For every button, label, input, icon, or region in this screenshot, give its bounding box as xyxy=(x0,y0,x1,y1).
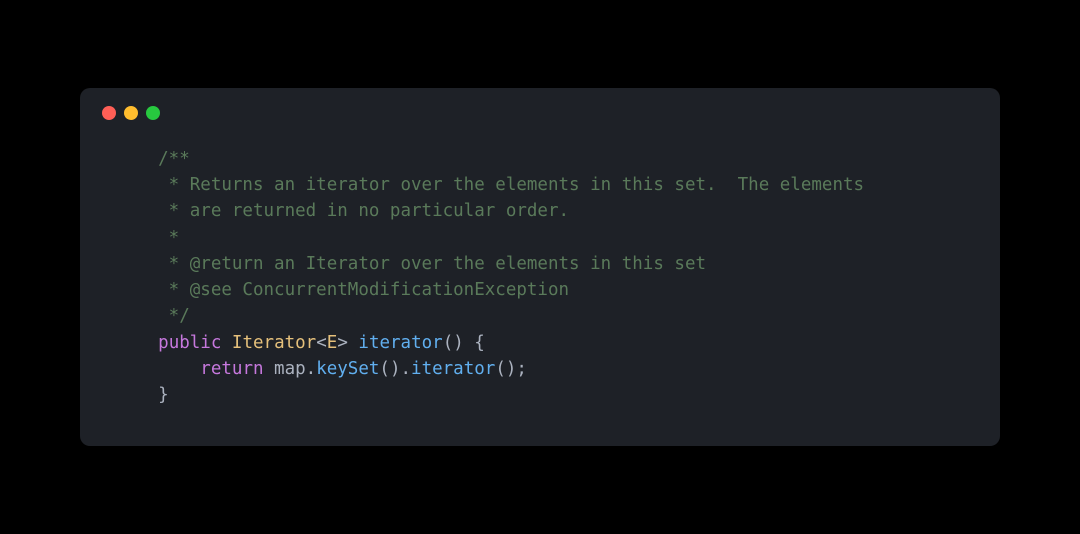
method-iterator-call: iterator xyxy=(411,359,495,379)
comment-line: /** xyxy=(116,149,190,169)
comment-line: */ xyxy=(116,306,190,326)
brace-open: () { xyxy=(443,333,485,353)
space xyxy=(221,333,232,353)
type-iterator: Iterator xyxy=(232,333,316,353)
keyword-return: return xyxy=(200,359,263,379)
code-window: /** * Returns an iterator over the eleme… xyxy=(80,88,1000,447)
call-chain: (). xyxy=(379,359,411,379)
method-keyset: keySet xyxy=(316,359,379,379)
comment-line: * are returned in no particular order. xyxy=(116,201,569,221)
close-icon[interactable] xyxy=(102,106,116,120)
angle-open: < xyxy=(316,333,327,353)
space xyxy=(348,333,359,353)
maximize-icon[interactable] xyxy=(146,106,160,120)
method-iterator: iterator xyxy=(358,333,442,353)
brace-close: } xyxy=(116,385,169,405)
indent xyxy=(116,359,200,379)
minimize-icon[interactable] xyxy=(124,106,138,120)
comment-line: * @return an Iterator over the elements … xyxy=(116,254,706,274)
type-param-e: E xyxy=(327,333,338,353)
angle-close: > xyxy=(337,333,348,353)
comment-line: * @see ConcurrentModificationException xyxy=(116,280,569,300)
window-titlebar xyxy=(80,88,1000,128)
code-block: /** * Returns an iterator over the eleme… xyxy=(80,128,1000,447)
expr-map: map. xyxy=(264,359,317,379)
indent xyxy=(116,333,158,353)
keyword-public: public xyxy=(158,333,221,353)
call-end: (); xyxy=(495,359,527,379)
comment-line: * xyxy=(116,228,179,248)
comment-line: * Returns an iterator over the elements … xyxy=(116,175,864,195)
